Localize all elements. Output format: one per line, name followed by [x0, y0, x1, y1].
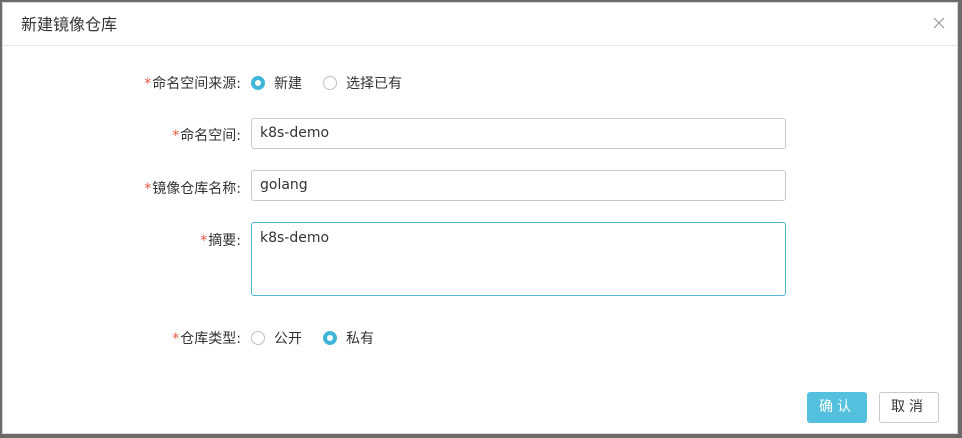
- repo-type-label: *仓库类型:: [172, 328, 241, 348]
- namespace-source-radio-group: 新建 选择已有: [251, 73, 402, 93]
- repo-name-label: *镜像仓库名称:: [144, 178, 241, 198]
- radio-label: 公开: [274, 331, 302, 347]
- repo-name-input[interactable]: golang: [251, 170, 786, 201]
- required-mark: *: [172, 128, 180, 144]
- namespace-source-label: *命名空间来源:: [144, 73, 241, 93]
- repo-name-label-text: 镜像仓库名称:: [152, 181, 241, 197]
- radio-label: 私有: [346, 331, 374, 347]
- close-icon[interactable]: [931, 15, 947, 31]
- radio-checked-icon: [323, 331, 337, 345]
- summary-textarea[interactable]: k8s-demo: [251, 222, 786, 296]
- namespace-label-text: 命名空间:: [180, 128, 241, 144]
- radio-unchecked-icon: [323, 76, 337, 90]
- namespace-label: *命名空间:: [172, 125, 241, 145]
- radio-new-namespace[interactable]: 新建: [251, 73, 302, 93]
- create-repo-dialog: 新建镜像仓库 *命名空间来源: 新建 选择已有 *命名空间: k8s-demo …: [2, 2, 958, 434]
- required-mark: *: [144, 181, 152, 197]
- required-mark: *: [144, 76, 152, 92]
- dialog-header: 新建镜像仓库: [3, 3, 957, 46]
- namespace-source-label-text: 命名空间来源:: [152, 76, 241, 92]
- radio-checked-icon: [251, 76, 265, 90]
- dialog-title: 新建镜像仓库: [21, 15, 118, 34]
- summary-label-text: 摘要:: [208, 233, 241, 249]
- radio-private[interactable]: 私有: [323, 328, 374, 348]
- namespace-input[interactable]: k8s-demo: [251, 118, 786, 149]
- confirm-button[interactable]: 确认: [807, 392, 867, 423]
- repo-type-radio-group: 公开 私有: [251, 328, 374, 348]
- summary-label: *摘要:: [200, 230, 241, 250]
- required-mark: *: [200, 233, 208, 249]
- repo-type-label-text: 仓库类型:: [180, 331, 241, 347]
- cancel-button[interactable]: 取消: [879, 392, 939, 423]
- radio-unchecked-icon: [251, 331, 265, 345]
- radio-public[interactable]: 公开: [251, 328, 302, 348]
- radio-select-existing[interactable]: 选择已有: [323, 73, 402, 93]
- radio-label: 新建: [274, 76, 302, 92]
- radio-label: 选择已有: [346, 76, 402, 92]
- required-mark: *: [172, 331, 180, 347]
